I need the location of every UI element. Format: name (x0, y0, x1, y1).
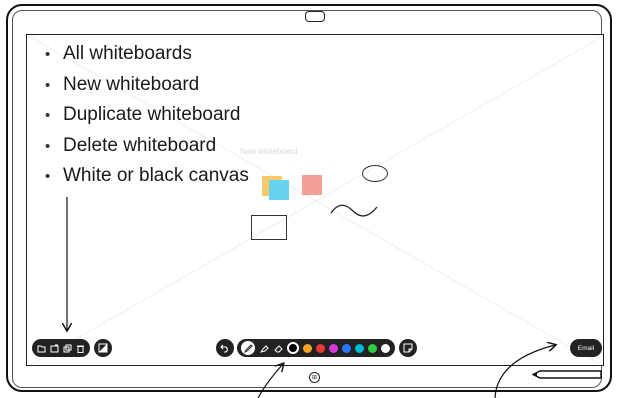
color-swatch-cyan[interactable] (355, 343, 364, 353)
undo-icon[interactable] (216, 339, 234, 357)
list-item: • All whiteboards (45, 43, 192, 64)
whiteboard-title: New whiteboard (240, 147, 298, 156)
email-button[interactable]: Email (570, 339, 602, 357)
sticky-note[interactable] (302, 175, 322, 195)
duplicate-icon[interactable] (62, 343, 72, 353)
rectangle-shape[interactable] (251, 215, 287, 240)
color-swatch-orange[interactable] (303, 343, 312, 353)
new-board-icon[interactable] (49, 343, 59, 353)
camera-icon (305, 11, 325, 22)
color-swatch-black[interactable] (287, 342, 299, 354)
sticky-note[interactable] (269, 180, 289, 200)
color-swatch-red[interactable] (316, 343, 325, 353)
drawing-toolbar (237, 339, 395, 357)
list-item: • Delete whiteboard (45, 134, 217, 156)
folder-icon[interactable] (36, 343, 46, 353)
color-swatch-white[interactable] (381, 343, 390, 353)
color-swatch-green[interactable] (368, 343, 377, 353)
ellipse-shape[interactable] (362, 165, 388, 182)
list-item: • White or black canvas (45, 165, 249, 186)
eraser-icon[interactable] (273, 343, 283, 353)
color-swatch-blue[interactable] (342, 343, 351, 353)
wave-stroke[interactable] (329, 203, 379, 219)
list-item: • New whiteboard (45, 73, 200, 95)
delete-icon[interactable] (75, 343, 85, 353)
list-item: • Duplicate whiteboard (45, 104, 241, 125)
stylus-pen-icon (532, 370, 602, 379)
feature-list: • All whiteboards • New whiteboard • Duplic… (45, 39, 249, 192)
color-swatch-magenta[interactable] (329, 343, 338, 353)
highlighter-icon[interactable] (259, 343, 269, 353)
pen-icon[interactable] (241, 341, 255, 355)
canvas-toggle-icon[interactable] (94, 339, 112, 357)
whiteboard-canvas[interactable]: • All whiteboards • New whiteboard • Duplic… (26, 34, 604, 366)
home-icon[interactable]: ⊞ (309, 372, 320, 383)
whiteboard-management-toolbar (32, 339, 90, 357)
sticky-note-icon[interactable] (399, 339, 417, 357)
